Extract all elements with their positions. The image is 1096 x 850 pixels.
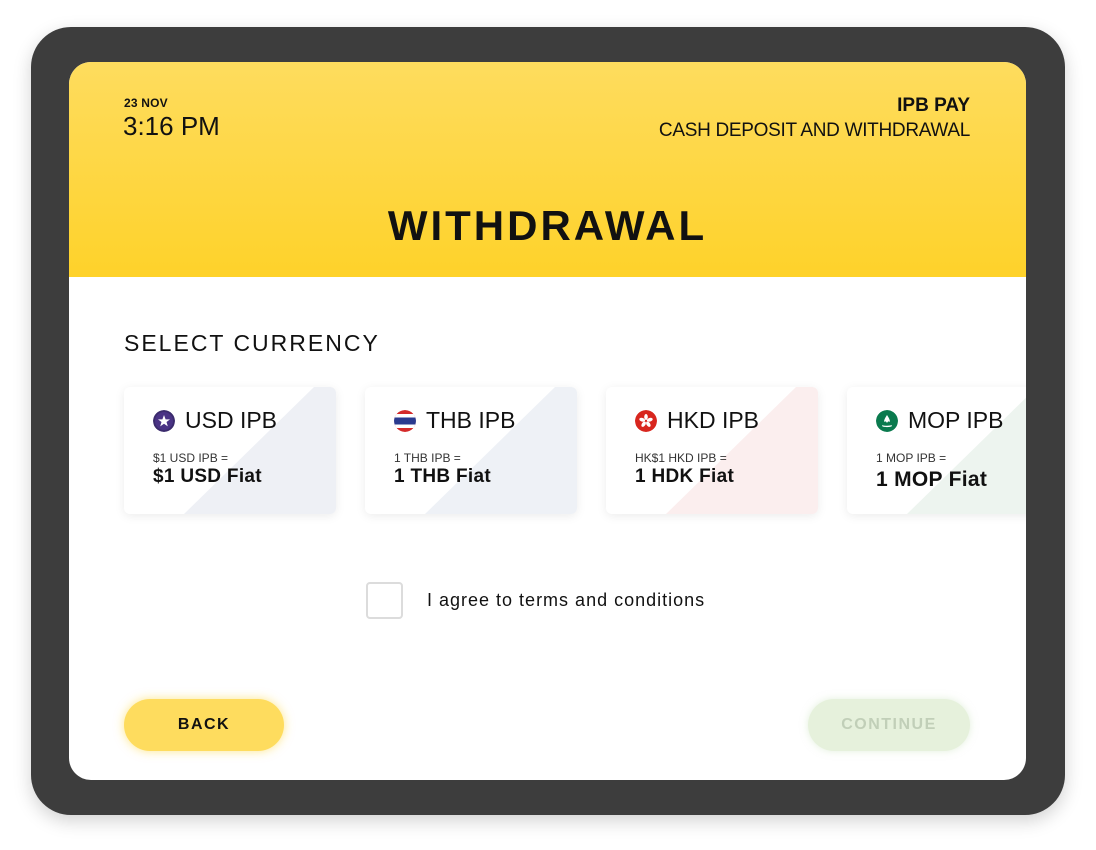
currency-card-thb[interactable]: THB IPB 1 THB IPB = 1 THB Fiat [365,387,577,514]
macau-flag-icon [876,410,898,432]
currency-rate: 1 THB IPB = [394,451,461,465]
page-title: WITHDRAWAL [387,202,708,249]
currency-code: MOP IPB [908,407,1004,433]
currency-code: THB IPB [426,407,516,433]
us-flag-icon [153,410,175,432]
header-banner: 23 NOV 3:16 PM IPB PAY CASH DEPOSIT AND … [69,62,1026,277]
currency-rate: $1 USD IPB = [153,451,229,465]
currency-code: HKD IPB [667,407,760,433]
currency-card-mop[interactable]: MOP IPB 1 MOP IPB = 1 MOP Fiat [847,387,1026,514]
currency-card-hkd[interactable]: HKD IPB HK$1 HKD IPB = 1 HDK Fiat [606,387,818,514]
currency-fiat: 1 HDK Fiat [635,466,735,487]
brand-name: IPB PAY [897,95,970,116]
terms-label[interactable]: I agree to terms and conditions [427,590,705,611]
currency-rate: HK$1 HKD IPB = [635,451,727,465]
terms-checkbox[interactable] [366,582,403,619]
brand-subtitle: CASH DEPOSIT AND WITHDRAWAL [658,120,970,141]
back-button[interactable]: BACK [124,699,284,751]
section-title: SELECT CURRENCY [124,330,380,356]
current-time: 3:16 PM [123,111,220,141]
currency-card-usd[interactable]: USD IPB $1 USD IPB = $1 USD Fiat [124,387,336,514]
thailand-flag-icon [394,410,416,432]
hong-kong-flag-icon [635,410,657,432]
continue-button[interactable]: CONTINUE [808,699,970,751]
currency-fiat: $1 USD Fiat [153,466,262,487]
currency-code: USD IPB [185,407,278,433]
kiosk-screen: 23 NOV 3:16 PM IPB PAY CASH DEPOSIT AND … [69,62,1026,780]
currency-rate: 1 MOP IPB = [876,451,947,465]
currency-fiat: 1 THB Fiat [394,466,491,487]
current-date: 23 NOV [124,96,168,110]
currency-fiat: 1 MOP Fiat [876,468,988,491]
